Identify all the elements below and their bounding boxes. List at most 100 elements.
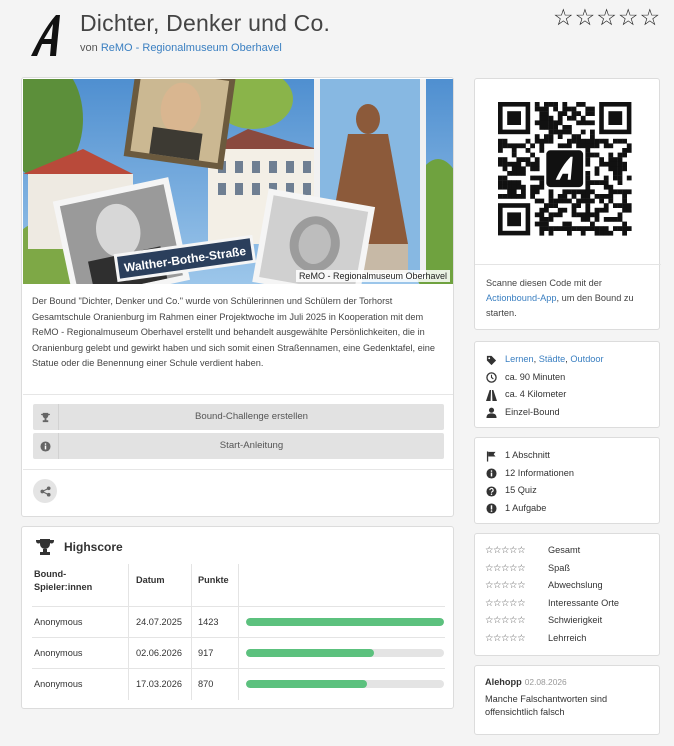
informations-row: 12 Informationen [485,465,574,483]
info-icon [33,433,59,459]
star-icon[interactable]: ☆ [618,6,639,30]
star-icon[interactable]: ☆ [553,6,574,30]
rating-row-spass: ☆☆☆☆☆ Spaß [485,560,653,578]
mode-text: Einzel-Bound [505,406,560,417]
ratings-card: ☆☆☆☆☆ Gesamt ☆☆☆☆☆ Spaß ☆☆☆☆☆ Abwechslung ☆… [474,533,660,656]
qr-card: Scanne diesen Code mit der Actionbound-A… [474,78,661,330]
rating-row-schwierigkeit: ☆☆☆☆☆ Schwierigkeit [485,612,653,630]
player-cell: Anonymous [34,617,83,627]
start-guide-button[interactable]: Start-Anleitung [33,433,444,459]
column-header-player: Bound-Spieler:innen [34,569,93,592]
rating-label: Gesamt [548,545,581,555]
bound-challenge-button[interactable]: Bound-Challenge erstellen [33,404,444,430]
divider [23,469,453,470]
share-icon [39,485,51,497]
rating-label: Spaß [548,562,570,573]
quiz-text: 15 Quiz [505,485,537,495]
actionbound-app-link[interactable]: Actionbound-App [486,293,557,303]
duration-row: ca. 90 Minuten [485,369,604,387]
star-icon[interactable]: ☆ [575,6,596,30]
trophy-icon [35,538,55,559]
divider [23,394,453,395]
highscore-card: Highscore Bound-Spieler:innen Datum Punk… [21,526,454,709]
rating-label: Interessante Orte [548,597,619,608]
rating-row-interessante-orte: ☆☆☆☆☆ Interessante Orte [485,595,653,613]
score-bar-fill [246,649,374,657]
review-header: Alehopp 02.08.2026 [485,677,567,687]
rating-row-lehrreich: ☆☆☆☆☆ Lehrreich [485,630,653,648]
star-icon[interactable]: ☆ [596,6,617,30]
date-cell: 17.03.2026 [136,679,182,689]
rating-stars-icon: ☆☆☆☆☆ [485,580,526,592]
score-bar [246,618,444,626]
road-icon [485,389,497,401]
qr-code-image [498,102,632,236]
bound-card: Walther-Bothe-Straße ReMO - Regionalmuse… [21,77,454,517]
rating-row-abwechslung: ☆☆☆☆☆ Abwechslung [485,577,653,595]
rating-label: Abwechslung [548,580,603,591]
tag-icon [485,354,497,366]
clock-icon [485,372,497,384]
tasks-text: 1 Aufgabe [505,502,547,513]
date-cell: 02.06.2026 [136,648,182,658]
score-bar-fill [246,618,444,626]
qr-text-before: Scanne diesen Code mit der [486,278,602,288]
highscore-title: Highscore [64,540,123,554]
question-icon [485,485,497,497]
score-bar-fill [246,680,367,688]
page-title: Dichter, Denker und Co. [80,10,331,36]
review-card: Alehopp 02.08.2026 Manche Falschantworten… [474,665,660,735]
table-header: Bound-Spieler:innen Datum Punkte [32,564,445,607]
author-line: von ReMO - Regionalmuseum Oberhavel [80,42,282,54]
rating-row-gesamt: ☆☆☆☆☆ Gesamt [485,542,653,560]
rating-stars-icon: ☆☆☆☆☆ [485,562,526,574]
share-button[interactable] [33,479,57,503]
rating-stars-icon: ☆☆☆☆☆ [485,545,526,556]
category-link-staedte[interactable]: Städte [539,354,566,364]
column-header-points: Punkte [198,575,229,585]
user-icon [485,407,497,419]
table-row: Anonymous 02.06.2026 917 [32,638,445,669]
qr-instructions: Scanne diesen Code mit der Actionbound-A… [486,276,654,321]
bound-info-card: Lernen, Städte, Outdoor ca. 90 Minuten c… [474,341,660,428]
hero-collage: Walther-Bothe-Straße [23,79,453,284]
exclamation-icon [485,503,497,515]
bound-description: Der Bound "Dichter, Denker und Co." wurd… [32,296,435,369]
category-link-outdoor[interactable]: Outdoor [570,354,603,364]
bound-challenge-label: Bound-Challenge erstellen [194,411,309,422]
actionbound-logo-icon[interactable] [26,12,66,58]
qr-code [475,79,661,265]
duration-text: ca. 90 Minuten [505,371,566,382]
rating-stars[interactable]: ☆ ☆ ☆ ☆ ☆ [553,6,660,30]
table-row: Anonymous 24.07.2025 1423 [32,607,445,638]
rating-stars-icon: ☆☆☆☆☆ [485,615,526,627]
distance-row: ca. 4 Kilometer [485,386,604,404]
rating-stars-icon: ☆☆☆☆☆ [485,597,526,609]
review-date: 02.08.2026 [524,677,567,687]
header: Dichter, Denker und Co. von ReMO - Regio… [0,0,674,70]
star-icon[interactable]: ☆ [640,6,661,30]
score-bar [246,680,444,688]
category-link-lernen[interactable]: Lernen [505,354,534,364]
player-cell: Anonymous [34,679,83,689]
date-cell: 24.07.2025 [136,617,182,627]
mode-row: Einzel-Bound [485,404,604,422]
trophy-icon [33,404,59,430]
start-guide-label: Start-Anleitung [219,440,284,451]
by-prefix: von [80,42,98,54]
image-credit: ReMO - Regionalmuseum Oberhavel [295,270,450,282]
player-cell: Anonymous [34,648,83,658]
points-cell: 870 [198,679,214,689]
categories-row: Lernen, Städte, Outdoor [485,351,604,369]
bound-stats-card: 1 Abschnitt 12 Informationen 15 Quiz 1 A… [474,437,660,524]
score-bar [246,649,444,657]
tasks-row: 1 Aufgabe [485,500,574,518]
distance-text: ca. 4 Kilometer [505,389,567,399]
info-icon [485,468,497,480]
hero-image: Walther-Bothe-Straße ReMO - Regionalmuse… [23,79,453,284]
quiz-row: 15 Quiz [485,482,574,500]
points-cell: 917 [198,648,214,658]
author-link[interactable]: ReMO - Regionalmuseum Oberhavel [101,42,282,54]
rating-label: Lehrreich [548,632,587,643]
table-row: Anonymous 17.03.2026 870 [32,669,445,700]
